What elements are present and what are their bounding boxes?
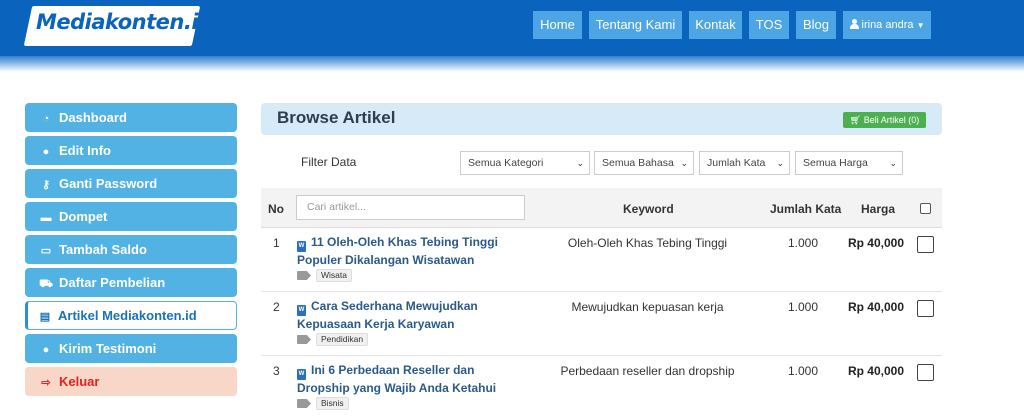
user-name: irina andra xyxy=(861,19,914,31)
select-all-checkbox[interactable] xyxy=(920,203,931,214)
keyword-cell: Perbedaan reseller dan dropship xyxy=(560,364,735,378)
price-cell: Rp 40,000 xyxy=(847,236,904,250)
article-title-link[interactable]: W Ini 6 Perbedaan Reseller dan Dropship ya… xyxy=(297,362,517,396)
buy-article-label: Beli Artikel (0) xyxy=(863,115,920,125)
key-icon: ⚷ xyxy=(41,179,51,191)
article-title-line1: 11 Oleh-Oleh Khas Tebing Tinggi xyxy=(311,235,498,249)
chevron-down-icon: ⌄ xyxy=(680,158,688,168)
user-icon: ● xyxy=(42,146,50,158)
comment-icon: ● xyxy=(42,344,50,356)
row-checkbox[interactable] xyxy=(917,300,934,317)
price-select-value: Semua Harga xyxy=(803,157,868,169)
row-number: 3 xyxy=(273,364,280,378)
user-menu[interactable]: irina andra ▼ xyxy=(843,11,931,39)
header-gradient xyxy=(0,56,1024,72)
article-title-line2: Populer Dikalangan Wisatawan xyxy=(297,253,475,267)
language-select[interactable]: Semua Bahasa ⌄ xyxy=(594,151,694,175)
sidebar-item-tambah-saldo[interactable]: ▭ Tambah Saldo xyxy=(25,235,237,264)
nav-tos[interactable]: TOS xyxy=(749,11,789,39)
keyword-cell: Mewujudkan kepuasan kerja xyxy=(571,300,724,314)
money-icon: ▭ xyxy=(40,245,52,257)
sidebar-item-kirim-testimoni[interactable]: ● Kirim Testimoni xyxy=(25,334,237,363)
word-doc-icon: W xyxy=(297,241,306,252)
word-count-cell: 1.000 xyxy=(787,300,818,314)
sidebar-item-label: Artikel Mediakonten.id xyxy=(58,308,197,323)
column-word-count: Jumlah Kata xyxy=(770,202,842,216)
sidebar-item-dompet[interactable]: ▬ Dompet xyxy=(25,202,237,231)
nav-home[interactable]: Home xyxy=(533,11,582,39)
row-number: 2 xyxy=(273,300,280,314)
sidebar-item-label: Kirim Testimoni xyxy=(59,341,157,356)
column-no: No xyxy=(268,202,284,216)
chevron-down-icon: ⌄ xyxy=(889,158,897,168)
word-doc-icon: W xyxy=(297,369,306,380)
article-title-link[interactable]: W 11 Oleh-Oleh Khas Tebing Tinggi Populer … xyxy=(297,234,517,268)
sidebar-item-label: Keluar xyxy=(59,374,100,389)
chevron-down-icon: ⌄ xyxy=(776,158,784,168)
sidebar-item-label: Dashboard xyxy=(59,110,127,125)
logo[interactable]: Mediakonten.id xyxy=(36,10,213,34)
article-title-link[interactable]: W Cara Sederhana Mewujudkan Kepuasaan Kerj… xyxy=(297,298,517,332)
article-title-line1: Ini 6 Perbedaan Reseller dan xyxy=(311,363,475,377)
sidebar-item-label: Ganti Password xyxy=(59,176,158,191)
price-cell: Rp 40,000 xyxy=(847,364,904,378)
user-icon xyxy=(849,19,859,29)
tag-icon xyxy=(297,271,311,280)
sidebar-item-daftar-pembelian[interactable]: ⛟ Daftar Pembelian xyxy=(25,268,237,297)
word-doc-icon: W xyxy=(297,305,306,316)
wallet-icon: ▬ xyxy=(40,212,52,224)
row-divider xyxy=(261,291,942,292)
language-select-value: Semua Bahasa xyxy=(602,157,674,169)
keyword-cell: Oleh-Oleh Khas Tebing Tinggi xyxy=(567,236,728,250)
nav-tentang-kami[interactable]: Tentang Kami xyxy=(589,11,682,39)
search-input[interactable]: Cari artikel... xyxy=(296,195,525,220)
column-price: Harga xyxy=(861,202,896,216)
cart-icon: ⛟ xyxy=(39,278,53,290)
cart-icon: 🛒︎ xyxy=(849,115,862,125)
sidebar-item-label: Edit Info xyxy=(59,143,111,158)
price-select[interactable]: Semua Harga ⌄ xyxy=(795,151,903,175)
chevron-down-icon: ⌄ xyxy=(576,158,584,168)
sidebar-item-ganti-password[interactable]: ⚷ Ganti Password xyxy=(25,169,237,198)
article-title-line1: Cara Sederhana Mewujudkan xyxy=(311,299,478,313)
row-checkbox[interactable] xyxy=(917,364,934,381)
price-cell: Rp 40,000 xyxy=(847,300,904,314)
nav-kontak[interactable]: Kontak xyxy=(689,11,742,39)
row-divider xyxy=(261,355,942,356)
word-count-cell: 1.000 xyxy=(787,364,818,378)
sidebar-item-dashboard[interactable]: ◔ Dashboard xyxy=(25,103,237,132)
category-select-value: Semua Kategori xyxy=(468,157,544,169)
dashboard-icon: ◔ xyxy=(42,113,50,125)
category-select[interactable]: Semua Kategori ⌄ xyxy=(460,151,590,175)
sidebar-item-artikel-mediakonten[interactable]: ▤ Artikel Mediakonten.id xyxy=(25,301,237,330)
word-count-select-value: Jumlah Kata xyxy=(707,157,766,169)
sidebar-item-label: Tambah Saldo xyxy=(59,242,147,257)
tag-icon xyxy=(297,335,311,344)
filter-label: Filter Data xyxy=(301,155,357,169)
category-tag[interactable]: Pendidikan xyxy=(316,333,369,346)
category-tag[interactable]: Bisnis xyxy=(316,397,349,410)
article-title-line2: Kepuasaan Kerja Karyawan xyxy=(297,317,455,331)
row-number: 1 xyxy=(273,236,280,250)
buy-article-button[interactable]: 🛒︎ Beli Artikel (0) xyxy=(843,112,926,128)
article-title-line2: Dropship yang Wajib Anda Ketahui xyxy=(297,381,497,395)
chevron-down-icon: ▼ xyxy=(916,21,925,30)
word-count-cell: 1.000 xyxy=(787,236,818,250)
tag-icon xyxy=(297,399,311,408)
store-icon: ▤ xyxy=(39,311,51,323)
sidebar-item-edit-info[interactable]: ● Edit Info xyxy=(25,136,237,165)
nav-blog[interactable]: Blog xyxy=(796,11,836,39)
logout-icon: ⇨ xyxy=(41,377,51,389)
column-keyword: Keyword xyxy=(623,202,674,216)
sidebar-item-label: Dompet xyxy=(59,209,108,224)
word-count-select[interactable]: Jumlah Kata ⌄ xyxy=(699,151,790,175)
page-title: Browse Artikel xyxy=(277,108,396,127)
category-tag[interactable]: Wisata xyxy=(316,269,352,282)
row-checkbox[interactable] xyxy=(917,236,934,253)
sidebar-item-keluar[interactable]: ⇨ Keluar xyxy=(25,367,237,396)
sidebar-item-label: Daftar Pembelian xyxy=(59,275,166,290)
